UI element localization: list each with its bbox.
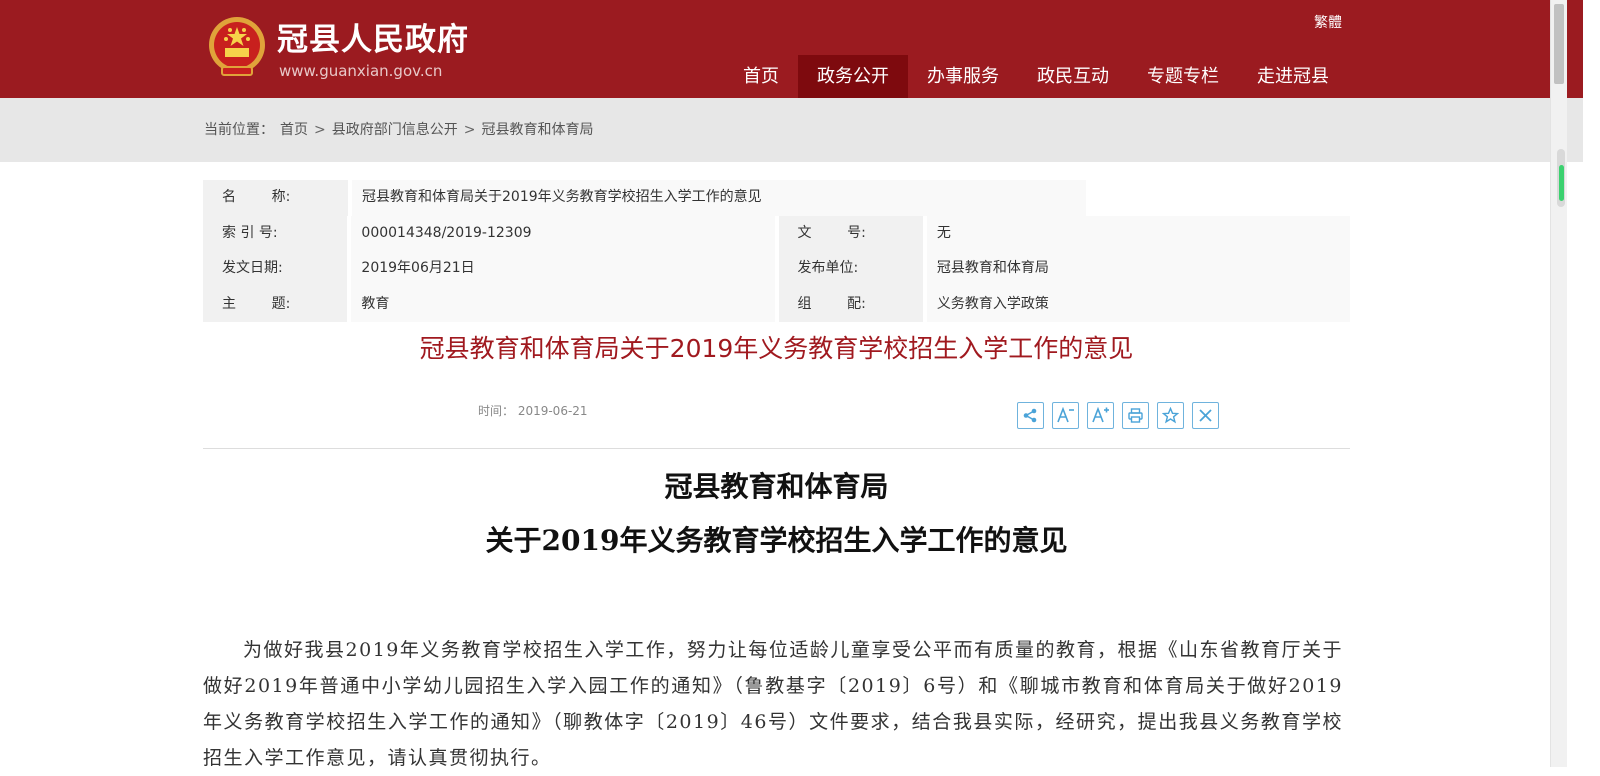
breadcrumb-separator: >: [463, 122, 476, 138]
national-emblem-icon[interactable]: [206, 15, 268, 81]
traditional-chinese-link[interactable]: 繁體: [1314, 14, 1342, 32]
main-nav: 首页 政务公开 办事服务 政民互动 专题专栏 走进冠县: [724, 55, 1348, 98]
nav-topics[interactable]: 专题专栏: [1128, 55, 1238, 98]
document-title-line2: 关于2019年义务教育学校招生入学工作的意见: [485, 524, 1068, 557]
info-label-name: 名 称:: [203, 180, 348, 216]
font-decrease-icon[interactable]: [1052, 402, 1079, 429]
info-label-docno: 文 号:: [778, 215, 923, 251]
info-value-index: 000014348/2019-12309: [351, 215, 775, 251]
breadcrumb-bar: 当前位置： 首页 > 县政府部门信息公开 > 冠县教育和体育局: [0, 98, 1583, 162]
share-icon[interactable]: [1017, 402, 1044, 429]
nav-government-affairs[interactable]: 政务公开: [798, 55, 908, 98]
document-title-line1: 冠县教育和体育局: [664, 470, 889, 503]
site-url: www.guanxian.gov.cn: [279, 62, 443, 80]
print-icon[interactable]: [1122, 402, 1149, 429]
info-value-topic: 教育: [351, 286, 775, 322]
info-value-group: 义务教育入学政策: [926, 286, 1350, 322]
breadcrumb-home[interactable]: 首页: [280, 120, 308, 140]
info-value-docno: 无: [926, 215, 1350, 251]
info-label-publisher: 发布单位:: [778, 251, 923, 287]
info-row-name: 名 称: 冠县教育和体育局关于2019年义务教育学校招生入学工作的意见: [203, 180, 1350, 216]
info-label-index: 索 引 号:: [203, 215, 348, 251]
document-info-table: 名 称: 冠县教育和体育局关于2019年义务教育学校招生入学工作的意见 索 引 …: [203, 180, 1350, 322]
page-scrollbar[interactable]: [1550, 0, 1567, 767]
article-title: 冠县教育和体育局关于2019年义务教育学校招生入学工作的意见: [419, 334, 1134, 363]
article-body: 为做好我县2019年义务教育学校招生入学工作，努力让每位适龄儿童享受公平而有质量…: [203, 639, 1343, 769]
breadcrumb-dept-info[interactable]: 县政府部门信息公开: [332, 120, 458, 140]
site-title[interactable]: 冠县人民政府: [277, 20, 469, 60]
info-label-topic: 主 题:: [203, 286, 348, 322]
nav-home[interactable]: 首页: [724, 55, 798, 98]
info-label-group: 组 配:: [778, 286, 923, 322]
publish-time: 时间： 2019-06-21: [478, 404, 588, 418]
info-row-topic: 主 题: 教育 组 配: 义务教育入学政策: [203, 286, 1350, 322]
breadcrumb-separator: >: [314, 122, 326, 138]
favorite-icon[interactable]: [1157, 402, 1184, 429]
breadcrumb-prefix: 当前位置：: [204, 122, 274, 138]
side-scroll-indicator-active: [1559, 165, 1564, 201]
scrollbar-thumb[interactable]: [1554, 4, 1564, 84]
breadcrumb-current[interactable]: 冠县教育和体育局: [481, 120, 593, 140]
article-toolbar: [1017, 402, 1219, 429]
info-value-publisher: 冠县教育和体育局: [926, 251, 1350, 287]
info-value-date: 2019年06月21日: [351, 251, 775, 287]
info-row-date: 发文日期: 2019年06月21日 发布单位: 冠县教育和体育局: [203, 251, 1350, 287]
nav-about-county[interactable]: 走进冠县: [1238, 55, 1348, 98]
close-icon[interactable]: [1192, 402, 1219, 429]
breadcrumb: 当前位置： 首页 > 县政府部门信息公开 > 冠县教育和体育局: [204, 120, 593, 140]
site-header: 冠县人民政府 www.guanxian.gov.cn 繁體 首页 政务公开 办事…: [0, 0, 1583, 98]
info-value-name: 冠县教育和体育局关于2019年义务教育学校招生入学工作的意见: [352, 180, 1086, 216]
info-label-date: 发文日期:: [203, 251, 348, 287]
content-divider: [203, 448, 1350, 449]
font-increase-icon[interactable]: [1087, 402, 1114, 429]
nav-services[interactable]: 办事服务: [908, 55, 1018, 98]
nav-interaction[interactable]: 政民互动: [1018, 55, 1128, 98]
info-row-index: 索 引 号: 000014348/2019-12309 文 号: 无: [203, 215, 1350, 251]
